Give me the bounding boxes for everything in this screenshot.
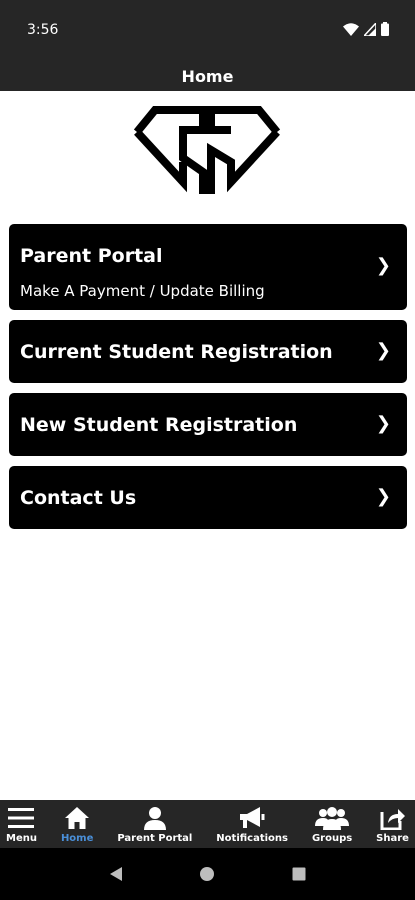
share-icon — [380, 809, 405, 830]
chevron-right-icon: ❯ — [375, 486, 391, 507]
megaphone-icon — [240, 807, 265, 828]
new-student-registration-card[interactable]: New Student Registration ❯ — [9, 393, 407, 456]
wifi-icon — [343, 22, 359, 36]
recents-icon — [292, 867, 306, 881]
hamburger-icon — [8, 808, 35, 828]
contact-us-title: Contact Us — [20, 487, 137, 509]
current-student-registration-title: Current Student Registration — [20, 341, 333, 363]
tab-notifications-label: Notifications — [216, 833, 288, 844]
tab-home[interactable]: Home — [61, 800, 93, 848]
parent-portal-title: Parent Portal — [20, 245, 163, 267]
battery-icon — [381, 22, 389, 36]
status-time: 3:56 — [27, 22, 59, 38]
chevron-right-icon: ❯ — [375, 340, 391, 361]
home-circle-icon — [200, 867, 215, 881]
system-nav-bar — [0, 848, 415, 900]
tab-notifications[interactable]: Notifications — [216, 800, 288, 848]
new-student-registration-title: New Student Registration — [20, 414, 298, 436]
tab-groups[interactable]: Groups — [312, 800, 352, 848]
status-icons — [343, 22, 389, 36]
parent-portal-subtitle: Make A Payment / Update Billing — [20, 282, 265, 300]
tab-share-label: Share — [376, 833, 409, 844]
bottom-tab-bar: Menu Home Parent Portal Notifications Gr… — [0, 800, 415, 848]
tab-home-label: Home — [60, 833, 94, 844]
chevron-right-icon: ❯ — [375, 255, 391, 276]
title-bar: Home — [0, 60, 415, 91]
status-bar: 3:56 — [0, 0, 415, 60]
tab-parent-portal[interactable]: Parent Portal — [117, 800, 192, 848]
tab-share[interactable]: Share — [376, 800, 409, 848]
parent-portal-card[interactable]: Parent Portal Make A Payment / Update Bi… — [9, 224, 407, 310]
contact-us-card[interactable]: Contact Us ❯ — [9, 466, 407, 529]
menu-list: Parent Portal Make A Payment / Update Bi… — [9, 224, 407, 539]
tab-parent-portal-label: Parent Portal — [117, 833, 193, 844]
page-title: Home — [181, 67, 234, 86]
tab-groups-label: Groups — [311, 833, 353, 844]
back-icon — [109, 867, 122, 881]
person-icon — [143, 807, 166, 830]
cell-signal-icon — [364, 22, 376, 36]
school-logo-icon — [133, 106, 281, 194]
tab-menu[interactable]: Menu — [6, 800, 37, 848]
home-nav-button[interactable] — [187, 854, 227, 894]
recents-button[interactable] — [279, 854, 319, 894]
chevron-right-icon: ❯ — [375, 413, 391, 434]
group-icon — [315, 807, 350, 830]
tab-menu-label: Menu — [6, 833, 37, 844]
back-button[interactable] — [96, 854, 136, 894]
home-icon — [65, 807, 90, 829]
current-student-registration-card[interactable]: Current Student Registration ❯ — [9, 320, 407, 383]
